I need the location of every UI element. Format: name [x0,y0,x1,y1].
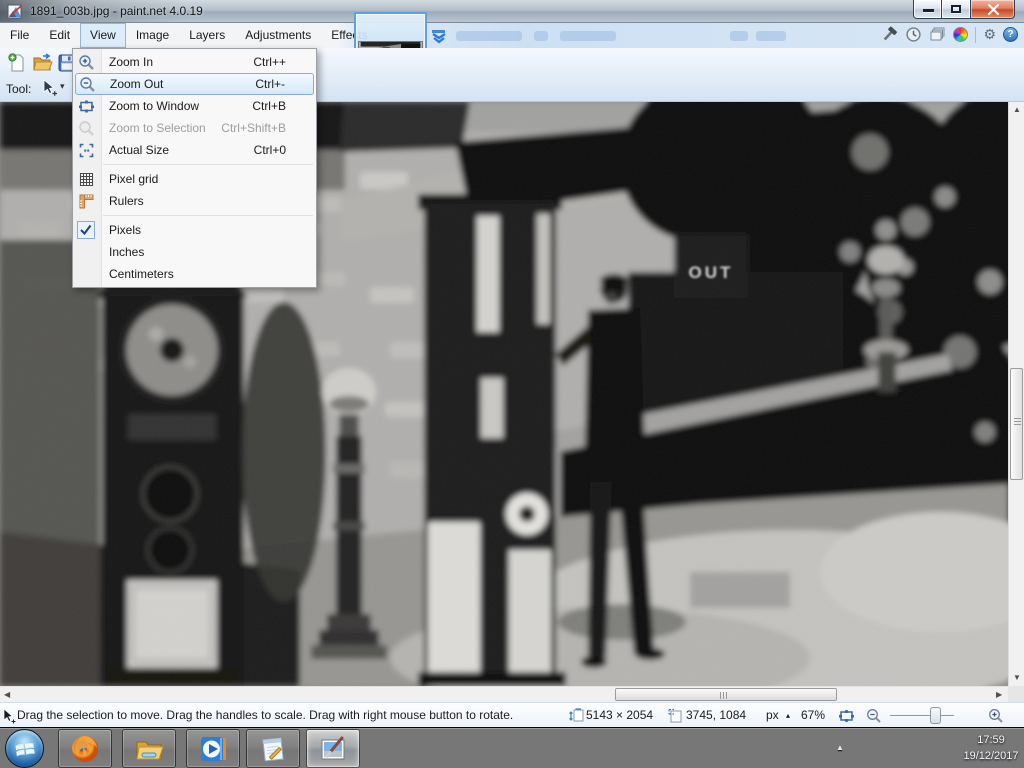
faded-toolbar-blob [534,31,548,41]
clock-date: 19/12/2017 [960,748,1022,764]
zoom-to-selection-icon [78,120,95,137]
taskbar-firefox-button[interactable] [58,729,112,768]
taskbar-journal-button[interactable] [246,729,300,768]
close-button[interactable] [970,0,1015,19]
faded-toolbar-blob [730,31,748,41]
taskbar: ▲ 17:59 19/12/2017 [0,727,1024,768]
menu-item-zoom-to-window[interactable]: Zoom to Window Ctrl+B [73,95,316,117]
taskbar-explorer-button[interactable] [122,729,176,768]
cursor-position-icon [668,708,684,724]
scroll-up-arrow[interactable]: ▲ [1013,106,1021,114]
checkmark-icon [77,221,95,239]
menu-image[interactable]: Image [126,23,179,48]
shortcut: Ctrl++ [253,51,286,73]
menu-item-pixels[interactable]: Pixels [73,219,316,241]
menu-item-zoom-out[interactable]: Zoom Out Ctrl+- [75,73,314,95]
zoom-to-window-button[interactable] [838,708,855,724]
colors-wheel-icon[interactable] [953,27,968,42]
faded-toolbar-blob [560,31,616,41]
units-dropdown-caret[interactable]: ▴ [786,703,790,728]
shortcut: Ctrl+B [252,95,286,117]
vertical-scroll-thumb[interactable] [1010,368,1023,480]
toolbar-separator [975,27,976,43]
zoom-in-icon [78,54,95,71]
hidden-icons-arrow-icon[interactable]: ▲ [836,743,844,752]
menu-adjustments[interactable]: Adjustments [235,23,321,48]
tools-hammer-icon[interactable] [881,26,898,43]
shortcut: Ctrl+0 [254,139,286,161]
horizontal-scrollbar[interactable]: ◀ ▶ [0,686,1008,702]
menu-item-rulers[interactable]: Rulers [73,190,316,212]
menu-item-zoom-to-selection: Zoom to Selection Ctrl+Shift+B [73,117,316,139]
image-size-value: 5143 × 2054 [586,703,653,728]
faded-toolbar-blob [456,31,522,41]
scrollbar-corner [1008,686,1024,702]
shortcut: Ctrl+Shift+B [221,117,286,139]
menu-file[interactable]: File [0,23,39,48]
menu-layers[interactable]: Layers [179,23,235,48]
image-size-icon [568,708,584,724]
windows-explorer-icon [134,734,164,764]
paint-net-window: 1891_003b.jpg - paint.net 4.0.19 File Ed… [0,0,1024,768]
paint-dot-net-icon [318,734,348,764]
menu-separator [103,164,313,165]
media-player-icon [198,734,228,764]
new-file-icon[interactable] [7,53,27,73]
title-bar[interactable]: 1891_003b.jpg - paint.net 4.0.19 [0,0,1024,23]
menu-item-zoom-in[interactable]: Zoom In Ctrl++ [73,51,316,73]
zoom-in-button[interactable] [988,708,1004,724]
zoom-level-value: 67% [801,703,825,728]
menu-edit[interactable]: Edit [39,23,80,48]
zoom-out-icon [79,76,96,93]
rulers-icon [78,193,95,210]
move-selected-pixels-tool-icon[interactable] [40,79,58,97]
menu-item-actual-size[interactable]: Actual Size Ctrl+0 [73,139,316,161]
pixel-grid-icon [78,171,95,188]
paint-net-logo-icon [7,3,24,20]
zoom-slider-track[interactable] [890,715,954,716]
status-bar: Drag the selection to move. Drag the han… [0,702,1024,727]
units-selector[interactable]: px [766,703,779,728]
move-tool-cursor-icon [2,708,17,724]
shortcut: Ctrl+- [255,74,285,94]
zoom-out-button[interactable] [866,708,882,724]
scroll-right-arrow[interactable]: ▶ [996,691,1002,699]
taskbar-paint-net-button[interactable] [306,729,360,768]
menu-item-inches[interactable]: Inches [73,241,316,263]
taskbar-clock[interactable]: 17:59 19/12/2017 [960,732,1022,764]
close-icon [971,0,1016,19]
settings-gear-icon[interactable]: ⚙ [983,27,996,42]
menu-bar: File Edit View Image Layers Adjustments … [0,23,1024,48]
start-orb-icon[interactable] [5,729,44,768]
history-clock-icon[interactable] [905,26,922,43]
status-message: Drag the selection to move. Drag the han… [17,703,513,728]
menu-separator [103,215,313,216]
zoom-to-window-icon [78,98,95,115]
horizontal-scroll-thumb[interactable] [615,688,837,701]
scroll-down-arrow[interactable]: ▼ [1013,674,1021,682]
actual-size-icon [78,142,95,159]
zoom-slider-thumb[interactable] [930,707,941,724]
faded-toolbar-blob [756,31,786,41]
cursor-position-value: 3745, 1084 [686,703,746,728]
menu-item-pixel-grid[interactable]: Pixel grid [73,168,316,190]
tool-dropdown-caret[interactable]: ▾ [60,81,65,92]
menu-item-centimeters[interactable]: Centimeters [73,263,316,285]
firefox-icon [70,734,100,764]
help-icon[interactable]: ? [1003,27,1018,42]
window-title: 1891_003b.jpg - paint.net 4.0.19 [30,4,203,18]
journal-icon [258,734,288,764]
tool-selector-label: Tool: [6,82,31,96]
taskbar-media-player-button[interactable] [186,729,240,768]
view-menu-popup: Zoom In Ctrl++ Zoom Out Ctrl+- Zoom to W… [72,48,317,288]
clock-time: 17:59 [960,732,1022,748]
menu-view[interactable]: View [80,23,126,48]
minimize-button[interactable] [913,0,942,19]
open-file-icon[interactable] [32,53,53,73]
chevron-down-icon [430,29,448,44]
vertical-scrollbar[interactable]: ▲ ▼ [1008,102,1024,686]
scroll-left-arrow[interactable]: ◀ [4,691,10,699]
layers-icon[interactable] [929,26,946,43]
maximize-button[interactable] [942,0,970,19]
